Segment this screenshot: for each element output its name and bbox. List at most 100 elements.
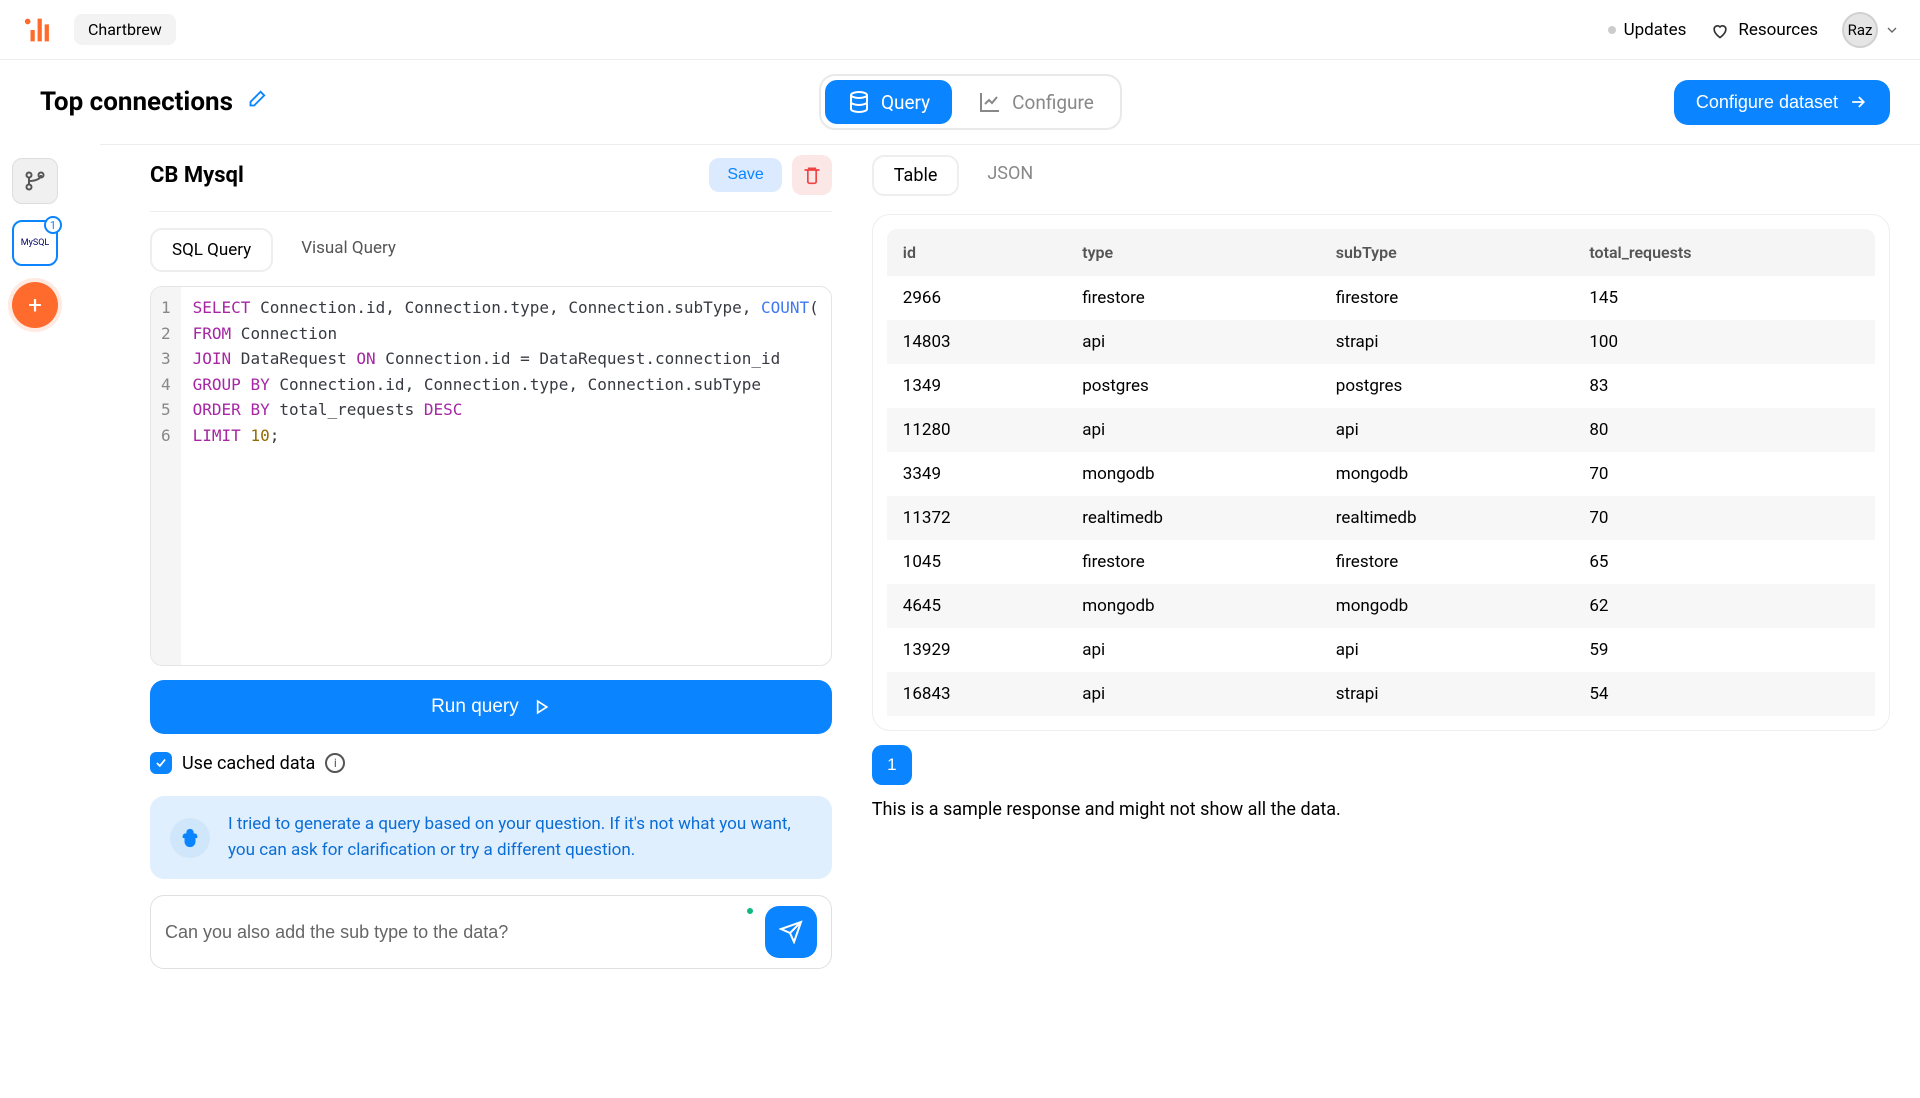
app-name-badge[interactable]: Chartbrew bbox=[74, 14, 176, 45]
table-cell: api bbox=[1320, 628, 1574, 672]
git-branch-icon bbox=[23, 169, 47, 193]
delete-button[interactable] bbox=[792, 155, 832, 195]
cache-checkbox[interactable] bbox=[150, 752, 172, 774]
table-row[interactable]: 16843apistrapi54 bbox=[887, 672, 1875, 716]
table-cell: firestore bbox=[1320, 540, 1574, 584]
page-title-wrap: Top connections bbox=[40, 87, 267, 117]
table-row[interactable]: 3349mongodbmongodb70 bbox=[887, 452, 1875, 496]
resources-label: Resources bbox=[1738, 20, 1818, 40]
table-cell: realtimedb bbox=[1066, 496, 1320, 540]
info-icon[interactable]: i bbox=[325, 753, 345, 773]
table-body: 2966firestorefirestore14514803apistrapi1… bbox=[887, 276, 1875, 716]
topbar: Chartbrew Updates Resources Raz bbox=[0, 0, 1920, 60]
cache-label: Use cached data bbox=[182, 753, 315, 774]
tab-visual-query[interactable]: Visual Query bbox=[281, 228, 416, 272]
tab-query[interactable]: Query bbox=[825, 80, 952, 124]
page-1-button[interactable]: 1 bbox=[872, 745, 912, 785]
table-cell: 16843 bbox=[887, 672, 1066, 716]
table-cell: mongodb bbox=[1320, 584, 1574, 628]
send-prompt-button[interactable] bbox=[765, 906, 817, 958]
table-row[interactable]: 1045firestorefirestore65 bbox=[887, 540, 1875, 584]
table-cell: firestore bbox=[1320, 276, 1574, 320]
results-table: idtypesubTypetotal_requests 2966firestor… bbox=[887, 229, 1875, 716]
sidebar-add-button[interactable]: + bbox=[12, 282, 58, 328]
cache-row: Use cached data i bbox=[150, 752, 832, 774]
table-cell: 100 bbox=[1573, 320, 1875, 364]
app-logo-icon[interactable] bbox=[20, 11, 58, 49]
table-cell: 11280 bbox=[887, 408, 1066, 452]
table-row[interactable]: 11280apiapi80 bbox=[887, 408, 1875, 452]
table-row[interactable]: 2966firestorefirestore145 bbox=[887, 276, 1875, 320]
edit-icon[interactable] bbox=[245, 89, 267, 115]
play-icon bbox=[531, 697, 551, 717]
table-cell: api bbox=[1320, 408, 1574, 452]
column-header[interactable]: id bbox=[887, 229, 1066, 276]
database-icon bbox=[847, 90, 871, 114]
column-header[interactable]: type bbox=[1066, 229, 1320, 276]
main: CB Mysql Save SQL Query Visual Query 123… bbox=[100, 144, 1920, 999]
configure-dataset-button[interactable]: Configure dataset bbox=[1674, 80, 1890, 125]
updates-label: Updates bbox=[1624, 20, 1687, 40]
table-cell: api bbox=[1066, 408, 1320, 452]
table-cell: 70 bbox=[1573, 452, 1875, 496]
table-cell: firestore bbox=[1066, 540, 1320, 584]
table-cell: api bbox=[1066, 320, 1320, 364]
ai-prompt-input[interactable] bbox=[165, 912, 755, 953]
table-cell: postgres bbox=[1320, 364, 1574, 408]
panel-actions: Save bbox=[709, 155, 831, 195]
table-cell: strapi bbox=[1320, 320, 1574, 364]
layout: MySQL 1 + CB Mysql Save SQL Query Visual… bbox=[0, 144, 1920, 999]
arrow-right-icon bbox=[1848, 92, 1868, 112]
editor-gutter: 123456 bbox=[151, 287, 181, 665]
table-row[interactable]: 11372realtimedbrealtimedb70 bbox=[887, 496, 1875, 540]
sql-editor[interactable]: 123456 SELECT Connection.id, Connection.… bbox=[150, 286, 832, 666]
tab-sql-query[interactable]: SQL Query bbox=[150, 228, 273, 272]
save-button[interactable]: Save bbox=[709, 158, 781, 192]
run-query-button[interactable]: Run query bbox=[150, 680, 832, 734]
result-view-tabs: Table JSON bbox=[872, 155, 1890, 196]
table-row[interactable]: 14803apistrapi100 bbox=[887, 320, 1875, 364]
table-row[interactable]: 4645mongodbmongodb62 bbox=[887, 584, 1875, 628]
column-header[interactable]: subType bbox=[1320, 229, 1574, 276]
results-card: idtypesubTypetotal_requests 2966firestor… bbox=[872, 214, 1890, 731]
updates-link[interactable]: Updates bbox=[1608, 20, 1687, 40]
table-header-row: idtypesubTypetotal_requests bbox=[887, 229, 1875, 276]
table-cell: api bbox=[1066, 628, 1320, 672]
connection-title: CB Mysql bbox=[150, 163, 244, 188]
table-cell: api bbox=[1066, 672, 1320, 716]
table-cell: firestore bbox=[1066, 276, 1320, 320]
tab-configure[interactable]: Configure bbox=[956, 80, 1116, 124]
sidebar: MySQL 1 + bbox=[0, 144, 70, 999]
table-cell: realtimedb bbox=[1320, 496, 1574, 540]
panel-header: CB Mysql Save bbox=[150, 155, 832, 212]
table-row[interactable]: 1349postgrespostgres83 bbox=[887, 364, 1875, 408]
table-cell: postgres bbox=[1066, 364, 1320, 408]
avatar: Raz bbox=[1842, 12, 1878, 48]
mysql-label: MySQL bbox=[21, 238, 50, 248]
table-cell: 4645 bbox=[887, 584, 1066, 628]
table-cell: 13929 bbox=[887, 628, 1066, 672]
topbar-left: Chartbrew bbox=[20, 11, 176, 49]
table-cell: 2966 bbox=[887, 276, 1066, 320]
sidebar-branch-button[interactable] bbox=[12, 158, 58, 204]
resources-link[interactable]: Resources bbox=[1710, 20, 1818, 40]
sidebar-mysql-connection[interactable]: MySQL 1 bbox=[12, 220, 58, 266]
table-cell: 145 bbox=[1573, 276, 1875, 320]
table-cell: mongodb bbox=[1066, 584, 1320, 628]
table-cell: mongodb bbox=[1320, 452, 1574, 496]
table-row[interactable]: 13929apiapi59 bbox=[887, 628, 1875, 672]
run-query-label: Run query bbox=[431, 696, 519, 718]
sample-response-note: This is a sample response and might not … bbox=[872, 799, 1890, 820]
table-cell: 54 bbox=[1573, 672, 1875, 716]
send-icon bbox=[779, 920, 803, 944]
table-cell: strapi bbox=[1320, 672, 1574, 716]
right-panel: Table JSON idtypesubTypetotal_requests 2… bbox=[872, 155, 1890, 969]
user-menu[interactable]: Raz bbox=[1842, 12, 1900, 48]
tab-configure-label: Configure bbox=[1012, 91, 1094, 114]
topbar-right: Updates Resources Raz bbox=[1608, 12, 1900, 48]
configure-dataset-label: Configure dataset bbox=[1696, 92, 1838, 113]
tab-json[interactable]: JSON bbox=[967, 155, 1053, 196]
table-cell: 59 bbox=[1573, 628, 1875, 672]
column-header[interactable]: total_requests bbox=[1573, 229, 1875, 276]
tab-table[interactable]: Table bbox=[872, 155, 960, 196]
